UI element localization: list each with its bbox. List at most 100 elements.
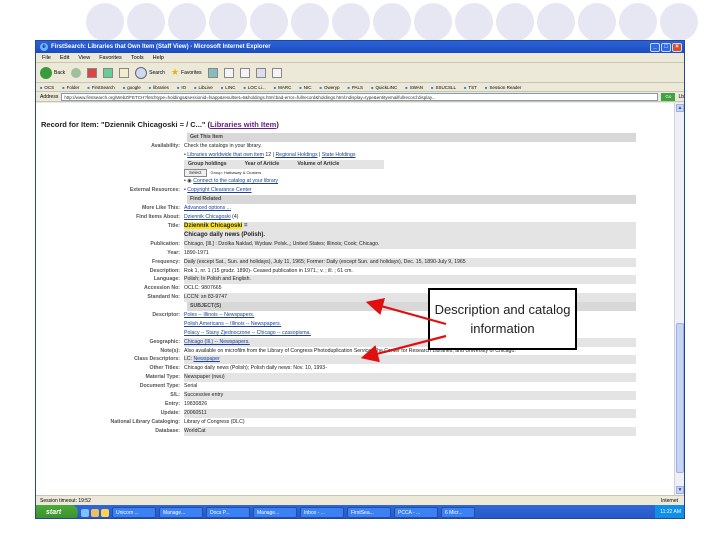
link-item[interactable]: SWAN <box>405 83 423 91</box>
link-item[interactable]: LINC <box>221 83 235 91</box>
discuss-icon[interactable] <box>271 67 282 78</box>
select-button[interactable]: Select <box>184 168 207 177</box>
advanced-options-link[interactable]: Advanced options ... <box>184 205 231 211</box>
forward-button[interactable] <box>71 67 82 78</box>
page-content: Record for Item: "Dziennik Chicagoski = … <box>36 103 676 495</box>
link-item[interactable]: QuickLINC <box>371 83 398 91</box>
outlook-icon[interactable] <box>101 508 109 517</box>
scroll-thumb[interactable] <box>676 323 684 473</box>
start-button[interactable]: start <box>36 505 78 518</box>
holdings-header: Group holdings Year of Article Volume of… <box>184 159 384 169</box>
search-button[interactable]: Search <box>135 66 165 79</box>
window-title: FirstSearch: Libraries that Own Item (St… <box>51 44 271 50</box>
refresh-icon[interactable] <box>103 67 114 78</box>
link-item[interactable]: OCS <box>40 83 54 91</box>
link-item[interactable]: Session Reader <box>485 83 521 91</box>
title-bar: e FirstSearch: Libraries that Own Item (… <box>36 41 684 53</box>
status-bar: Session timeout: 19:52 Internet <box>36 495 684 505</box>
field-row: Update: 20060511 <box>36 408 636 418</box>
taskbar-item[interactable]: Unicorn ... <box>112 507 156 518</box>
subject-link[interactable]: Polacy -- Stany Zjednoczone -- Chicago -… <box>184 330 311 336</box>
edit-icon[interactable] <box>255 67 266 78</box>
maximize-button[interactable]: □ <box>661 42 671 52</box>
libraries-worldwide-link[interactable]: Libraries worldwide that own item <box>187 152 264 158</box>
menu-help[interactable]: Help <box>153 53 164 62</box>
field-row: Frequency: Daily (except Sat., Sun. and … <box>36 257 636 267</box>
scroll-down-icon[interactable]: ▼ <box>676 486 684 494</box>
history-icon[interactable] <box>207 67 218 78</box>
field-row: Year: 1890-1971 <box>167 249 209 256</box>
find-about-link[interactable]: Dziennik Chicagoski <box>184 214 231 220</box>
link-item[interactable]: FirstSearch <box>87 83 115 91</box>
stop-icon[interactable] <box>87 67 98 78</box>
close-button[interactable]: × <box>672 42 682 52</box>
taskbar-item[interactable]: Docs P... <box>206 507 250 518</box>
link-item[interactable]: LOC Li... <box>244 83 266 91</box>
taskbar-item[interactable]: 6 Micr... <box>441 507 475 518</box>
taskbar-item[interactable]: PCCA - ... <box>394 507 438 518</box>
back-arrow-icon <box>40 66 52 79</box>
taskbar-item[interactable]: Manage... <box>159 507 203 518</box>
ie-quicklaunch-icon[interactable] <box>81 508 89 517</box>
scroll-up-icon[interactable]: ▲ <box>676 104 684 112</box>
print-icon[interactable] <box>239 67 250 78</box>
minimize-button[interactable]: _ <box>650 42 660 52</box>
links-label[interactable]: Lb <box>678 94 684 100</box>
menu-favorites[interactable]: Favorites <box>99 53 122 62</box>
link-item[interactable]: LibLive <box>194 83 213 91</box>
subject-link[interactable]: Polish Americans -- Illinois -- Newspape… <box>184 321 281 327</box>
link-item[interactable]: SSUCSLL <box>431 83 456 91</box>
vertical-scrollbar[interactable]: ▲ ▼ <box>674 103 684 495</box>
field-value: Check the catalogs in your library. <box>184 142 262 149</box>
field-row: Document Type: Serial <box>139 383 198 390</box>
record-detail: Get This Item Availability: Check the ca… <box>36 133 636 436</box>
menu-view[interactable]: View <box>78 53 90 62</box>
link-item[interactable]: google <box>123 83 141 91</box>
link-item[interactable]: TST <box>464 83 477 91</box>
browser-window: e FirstSearch: Libraries that Own Item (… <box>35 40 685 519</box>
favorites-button[interactable]: ★ Favorites <box>171 67 202 78</box>
menu-edit[interactable]: Edit <box>60 53 69 62</box>
annotation-callout: Description and catalog information <box>428 288 577 350</box>
taskbar-item[interactable]: Manage... <box>253 507 297 518</box>
record-title: Record for Item: "Dziennik Chicagoski = … <box>41 120 279 129</box>
address-bar: Address http://www.firstsearch.org/WebZ/… <box>36 92 684 102</box>
geographic-link[interactable]: Chicago (Ill.) -- Newspapers. <box>184 339 250 345</box>
link-item[interactable]: Oweryp <box>320 83 340 91</box>
status-text: Session timeout: 19:52 <box>40 498 91 504</box>
home-icon[interactable] <box>119 67 130 78</box>
link-item[interactable]: PALS <box>347 83 363 91</box>
link-item[interactable]: libraries <box>149 83 169 91</box>
field-row: Description: Rok 1, nr. 1 (15 grudz. 189… <box>149 267 353 274</box>
address-label: Address <box>40 93 59 100</box>
address-input[interactable]: http://www.firstsearch.org/WebZ/FETCH?fe… <box>61 92 659 101</box>
zone-text: Internet <box>661 498 678 504</box>
go-button[interactable]: Go <box>661 92 676 101</box>
class-descriptor-link[interactable]: Newspaper <box>194 356 220 362</box>
libraries-with-item-link[interactable]: Libraries with Item <box>210 120 276 129</box>
taskbar-item[interactable]: FirstSea... <box>347 507 391 518</box>
menu-file[interactable]: File <box>42 53 51 62</box>
back-button[interactable]: Back <box>40 66 65 79</box>
item-title: Dziennik Chicagoski = Chicago daily news … <box>184 221 636 240</box>
ie-logo-icon: e <box>40 43 48 51</box>
copyright-clearance-link[interactable]: Copyright Clearance Center <box>187 187 251 193</box>
desktop-icon[interactable] <box>91 508 99 517</box>
state-holdings-link[interactable]: State Holdings <box>322 152 356 158</box>
regional-holdings-link[interactable]: Regional Holdings <box>275 152 317 158</box>
slide-decoration <box>0 0 720 44</box>
taskbar-item[interactable]: Inbox - ... <box>300 507 344 518</box>
link-item[interactable]: IO <box>177 83 186 91</box>
mail-icon[interactable] <box>223 67 234 78</box>
menu-tools[interactable]: Tools <box>131 53 144 62</box>
subject-link[interactable]: Poles -- Illinois -- Newspapers. <box>184 312 254 318</box>
link-item[interactable]: NIC <box>299 83 312 91</box>
link-item[interactable]: MARC <box>274 83 291 91</box>
link-item[interactable]: Folder <box>62 83 80 91</box>
field-row: Publication: Chicago, [Ill.] : Dzolka Na… <box>36 239 636 249</box>
field-label: Availability: <box>151 142 180 149</box>
links-bar: OCS Folder FirstSearch google libraries … <box>36 83 684 92</box>
connect-catalog-link[interactable]: Connect to the catalog at your library <box>193 178 278 184</box>
field-row: Entry: 19830826 <box>165 400 208 407</box>
taskbar: start Unicorn ... Manage... Docs P... Ma… <box>36 505 684 518</box>
